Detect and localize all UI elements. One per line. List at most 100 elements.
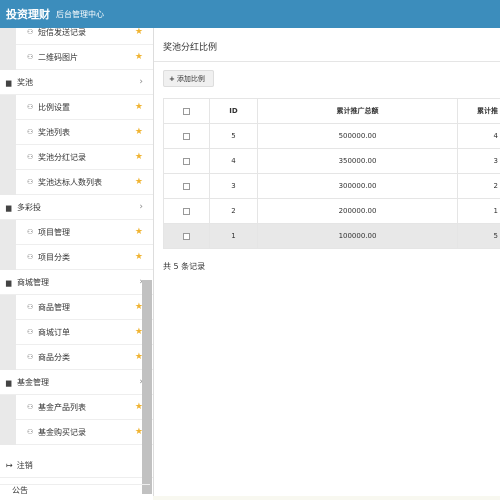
cell-extra: 1 (457, 198, 500, 224)
sidebar-item-label: 商品分类 (38, 352, 70, 362)
sitemap-icon: ⚇ (27, 328, 34, 336)
row-checkbox-cell (163, 198, 210, 224)
cell-id: 5 (209, 123, 258, 149)
cell-id: 3 (209, 173, 258, 199)
sidebar-item-label: 商品管理 (38, 302, 70, 312)
sidebar: ⚇ 短信发送记录 ★ ⚇ 二维码图片 ★ ▆ 奖池 › ⚇ 比例设置 ★ ⚇ 奖… (0, 28, 153, 500)
star-icon: ★ (134, 177, 143, 187)
bottom-divider (153, 496, 500, 500)
sitemap-icon: ⚇ (27, 228, 34, 236)
sign-out-icon: ↦ (6, 460, 13, 470)
sidebar-group-multi-invest[interactable]: ▆ 多彩投 › (0, 195, 153, 220)
cell-id: 4 (209, 148, 258, 174)
row-checkbox[interactable] (183, 232, 190, 240)
sidebar-logout[interactable]: ↦ 注销 (0, 453, 153, 478)
select-all-checkbox[interactable] (183, 107, 190, 115)
star-icon: ★ (134, 52, 143, 62)
cell-extra: 5 (457, 223, 500, 249)
row-checkbox[interactable] (183, 207, 190, 215)
star-icon: ★ (134, 227, 143, 237)
star-icon: ★ (134, 28, 143, 37)
table-row[interactable]: 4 350000.00 3 (163, 148, 500, 174)
sidebar-group-jackpot[interactable]: ▆ 奖池 › (0, 70, 153, 95)
top-header: 投资理财 后台管理中心 (0, 0, 500, 28)
cell-total: 350000.00 (257, 148, 458, 174)
file-icon: ▆ (6, 78, 12, 87)
table-row[interactable]: 2 200000.00 1 (163, 198, 500, 224)
sidebar-group-label: 多彩投 (17, 202, 41, 212)
sidebar-item-fund-products[interactable]: ⚇ 基金产品列表 ★ (0, 395, 153, 420)
row-checkbox[interactable] (183, 132, 190, 140)
sidebar-item-label: 项目管理 (38, 227, 70, 237)
sitemap-icon: ⚇ (27, 353, 34, 361)
chevron-right-icon: › (139, 202, 143, 212)
sidebar-item-label: 比例设置 (38, 102, 70, 112)
sitemap-icon: ⚇ (27, 403, 34, 411)
sidebar-item-label: 公告 (12, 486, 28, 495)
sidebar-item-label: 奖池列表 (38, 127, 70, 137)
sidebar-item-qualified-list[interactable]: ⚇ 奖池达标人数列表 ★ (0, 170, 153, 195)
sidebar-item-sms-records[interactable]: ⚇ 短信发送记录 ★ (0, 28, 153, 45)
sitemap-icon: ⚇ (27, 53, 34, 61)
sidebar-item-label: 短信发送记录 (38, 28, 86, 37)
sidebar-item-label: 二维码图片 (38, 52, 78, 62)
cell-id: 1 (209, 223, 258, 249)
table-header-row: ID 累计推广总额 累计推 (163, 98, 500, 124)
sidebar-item-label: 商城订单 (38, 327, 70, 337)
table-row[interactable]: 3 300000.00 2 (163, 173, 500, 199)
sitemap-icon: ⚇ (27, 428, 34, 436)
sidebar-item-dividend-records[interactable]: ⚇ 奖池分红记录 ★ (0, 145, 153, 170)
chevron-right-icon: › (139, 77, 143, 87)
sidebar-scrollbar[interactable] (142, 280, 152, 494)
sitemap-icon: ⚇ (27, 103, 34, 111)
sidebar-group-fund[interactable]: ▆ 基金管理 › (0, 370, 153, 395)
sidebar-group-label: 商城管理 (17, 277, 49, 287)
sitemap-icon: ⚇ (27, 178, 34, 186)
sidebar-item-ratio-settings[interactable]: ⚇ 比例设置 ★ (0, 95, 153, 120)
file-icon: ▆ (6, 378, 12, 387)
sidebar-item-goods-manage[interactable]: ⚇ 商品管理 ★ (0, 295, 153, 320)
ratio-table: ID 累计推广总额 累计推 5 500000.00 4 4 350000.00 … (163, 98, 500, 249)
row-checkbox[interactable] (183, 182, 190, 190)
sidebar-item-label: 基金产品列表 (38, 402, 86, 412)
cell-total: 500000.00 (257, 123, 458, 149)
table-row[interactable]: 5 500000.00 4 (163, 123, 500, 149)
cell-id: 2 (209, 198, 258, 224)
sidebar-item-project-manage[interactable]: ⚇ 项目管理 ★ (0, 220, 153, 245)
file-icon: ▆ (6, 203, 12, 212)
table-row[interactable]: 1 100000.00 5 (163, 223, 500, 249)
sidebar-item-project-category[interactable]: ⚇ 项目分类 ★ (0, 245, 153, 270)
add-ratio-button[interactable]: + 添加比例 (163, 70, 214, 87)
sidebar-group-mall[interactable]: ▆ 商城管理 › (0, 270, 153, 295)
sitemap-icon: ⚇ (27, 303, 34, 311)
sidebar-item-notice[interactable]: 公告 (0, 484, 150, 500)
star-icon: ★ (134, 152, 143, 162)
row-checkbox[interactable] (183, 157, 190, 165)
add-ratio-label: 添加比例 (176, 74, 205, 83)
sidebar-item-mall-orders[interactable]: ⚇ 商城订单 ★ (0, 320, 153, 345)
page-title: 奖池分红比例 (163, 43, 218, 53)
column-header-id: ID (209, 98, 258, 124)
file-icon: ▆ (6, 278, 12, 287)
sitemap-icon: ⚇ (27, 253, 34, 261)
brand-title[interactable]: 投资理财 (6, 6, 50, 22)
sitemap-icon: ⚇ (27, 128, 34, 136)
row-checkbox-cell (163, 223, 210, 249)
cell-extra: 4 (457, 123, 500, 149)
cell-total: 300000.00 (257, 173, 458, 199)
sidebar-item-jackpot-list[interactable]: ⚇ 奖池列表 ★ (0, 120, 153, 145)
main-content: 奖池分红比例 + 添加比例 ID 累计推广总额 累计推 5 500000.00 … (153, 28, 500, 500)
sidebar-group-label: 奖池 (17, 77, 33, 87)
star-icon: ★ (134, 127, 143, 137)
row-checkbox-cell (163, 173, 210, 199)
cell-extra: 3 (457, 148, 500, 174)
sidebar-item-goods-category[interactable]: ⚇ 商品分类 ★ (0, 345, 153, 370)
sidebar-item-label: 奖池达标人数列表 (38, 177, 102, 187)
sidebar-item-label: 奖池分红记录 (38, 152, 86, 162)
title-divider (154, 61, 500, 62)
select-all-header[interactable] (163, 98, 210, 124)
sidebar-item-qrcode[interactable]: ⚇ 二维码图片 ★ (0, 45, 153, 70)
cell-total: 200000.00 (257, 198, 458, 224)
row-checkbox-cell (163, 123, 210, 149)
sidebar-item-fund-purchase[interactable]: ⚇ 基金购买记录 ★ (0, 420, 153, 445)
